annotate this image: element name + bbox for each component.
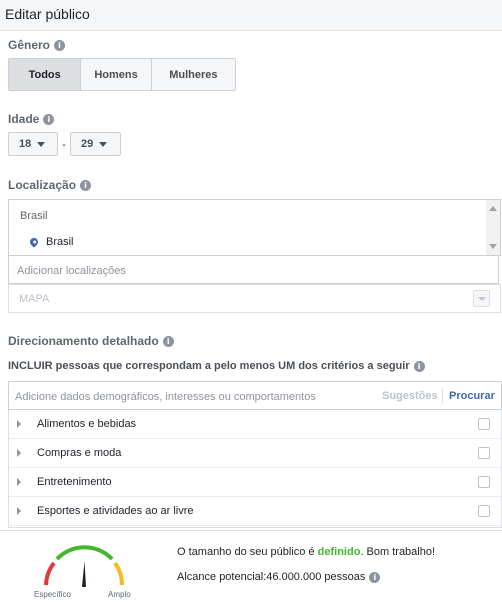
targeting-search-row: Adicione dados demográficos, interesses … xyxy=(8,381,502,410)
gender-women-button[interactable]: Mulheres xyxy=(151,59,235,90)
audience-size-panel: Específico Amplo O tamanho do seu públic… xyxy=(0,530,502,602)
location-country-header: Brasil xyxy=(20,210,48,222)
age-min-select[interactable]: 18 xyxy=(8,132,58,156)
gauge-green-arc xyxy=(55,545,114,561)
scroll-up-icon[interactable] xyxy=(489,206,497,211)
list-item[interactable]: Compras e moda xyxy=(9,439,501,468)
targeting-category-list: Alimentos e bebidas Compras e moda Entre… xyxy=(8,410,502,528)
gender-label: Gênero xyxy=(8,38,51,52)
age-max-value: 29 xyxy=(81,138,94,150)
add-location-input[interactable]: Adicionar localizações xyxy=(8,256,499,284)
age-label: Idade xyxy=(8,112,40,126)
info-icon[interactable]: i xyxy=(54,40,66,52)
age-section-label: Idade i xyxy=(8,112,55,126)
include-criteria-text: INCLUIR pessoas que correspondam a pelo … xyxy=(8,360,425,372)
gauge-red-arc xyxy=(44,561,56,586)
category-label: Compras e moda xyxy=(37,447,122,459)
detailed-targeting-label: Direcionamento detalhado xyxy=(8,334,159,348)
age-min-value: 18 xyxy=(19,138,32,150)
chevron-right-icon[interactable] xyxy=(17,478,21,486)
status-suffix: . Bom trabalho! xyxy=(360,546,436,558)
audience-gauge-icon xyxy=(44,545,125,587)
info-icon[interactable]: i xyxy=(43,114,55,126)
divider xyxy=(442,388,443,403)
chevron-down-icon xyxy=(37,141,46,147)
chevron-down-icon[interactable] xyxy=(473,290,490,307)
gender-selector: Todos Homens Mulheres xyxy=(8,58,236,91)
location-item-label: Brasil xyxy=(46,236,74,248)
info-icon[interactable]: i xyxy=(80,180,92,192)
list-item[interactable]: Alimentos e bebidas xyxy=(9,410,501,439)
category-checkbox[interactable] xyxy=(478,476,490,488)
suggestions-button[interactable]: Sugestões xyxy=(382,390,438,402)
category-label: Entretenimento xyxy=(37,476,112,488)
location-scrollbar[interactable] xyxy=(486,200,500,255)
map-label: MAPA xyxy=(19,293,50,305)
category-checkbox[interactable] xyxy=(478,447,490,459)
gauge-specific-label: Específico xyxy=(34,590,71,599)
targeting-search-input[interactable]: Adicione dados demográficos, interesses … xyxy=(15,391,316,403)
potential-reach-label: Alcance potencial:46.000.000 pessoas xyxy=(177,571,366,583)
location-item[interactable]: Brasil xyxy=(28,236,74,248)
location-list: Brasil Brasil xyxy=(8,199,501,256)
category-checkbox[interactable] xyxy=(478,505,490,517)
gender-men-button[interactable]: Homens xyxy=(81,59,152,90)
gauge-yellow-arc xyxy=(113,561,125,586)
category-label: Esportes e atividades ao ar livre xyxy=(37,505,194,517)
gender-section-label: Gênero i xyxy=(8,38,66,52)
gender-all-button[interactable]: Todos xyxy=(9,59,82,90)
chevron-right-icon[interactable] xyxy=(17,420,21,428)
chevron-right-icon[interactable] xyxy=(17,507,21,515)
info-icon[interactable]: i xyxy=(162,336,174,348)
dialog-header: Editar público xyxy=(0,0,502,31)
status-prefix: O tamanho do seu público é xyxy=(177,546,318,558)
info-icon[interactable]: i xyxy=(413,360,425,372)
detailed-targeting-section-label: Direcionamento detalhado i xyxy=(8,334,174,348)
dialog-title: Editar público xyxy=(5,6,90,22)
list-item[interactable]: Entretenimento xyxy=(9,468,501,497)
info-icon[interactable]: i xyxy=(369,571,381,583)
category-checkbox[interactable] xyxy=(478,418,490,430)
age-range-separator: - xyxy=(62,137,66,151)
gauge-broad-label: Amplo xyxy=(108,590,131,599)
list-item[interactable]: Esportes e atividades ao ar livre xyxy=(9,497,501,526)
status-defined: definido xyxy=(317,546,361,558)
map-toggle-bar[interactable]: MAPA xyxy=(8,284,501,313)
category-label: Alimentos e bebidas xyxy=(37,418,137,430)
chevron-right-icon[interactable] xyxy=(17,449,21,457)
potential-reach-text: Alcance potencial:46.000.000 pessoas i xyxy=(177,571,381,583)
include-criteria-label: INCLUIR pessoas que correspondam a pelo … xyxy=(8,360,410,372)
audience-status-text: O tamanho do seu público é definido. Bom… xyxy=(177,546,435,558)
age-max-select[interactable]: 29 xyxy=(70,132,121,156)
browse-button[interactable]: Procurar xyxy=(449,390,495,402)
location-pin-icon xyxy=(28,236,40,248)
chevron-down-icon xyxy=(99,141,108,147)
location-label: Localização xyxy=(8,178,77,192)
gauge-needle xyxy=(82,561,86,587)
location-section-label: Localização i xyxy=(8,178,92,192)
scroll-down-icon[interactable] xyxy=(489,244,497,249)
